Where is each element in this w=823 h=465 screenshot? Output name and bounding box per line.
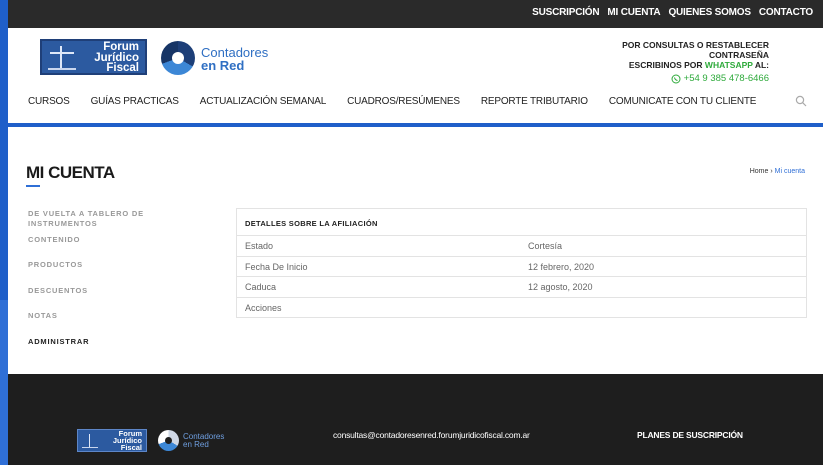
contadores-mark-icon bbox=[161, 41, 195, 75]
top-link-quienes-somos[interactable]: QUIENES SOMOS bbox=[668, 7, 751, 18]
left-accent-strip bbox=[0, 0, 8, 300]
table-row: Caduca 12 agosto, 2020 bbox=[237, 277, 806, 298]
page-title: MI CUENTA bbox=[26, 163, 115, 182]
sidebar-item-contenido[interactable]: CONTENIDO bbox=[28, 235, 208, 261]
top-link-suscripcion[interactable]: SUSCRIPCIÓN bbox=[532, 7, 599, 18]
scales-emblem-icon bbox=[48, 46, 76, 70]
footer-forum-logo[interactable]: Forum Jurídico Fiscal bbox=[77, 429, 147, 452]
row-label: Fecha De Inicio bbox=[245, 261, 308, 272]
row-value: 12 agosto, 2020 bbox=[528, 282, 593, 292]
footer-contadores-mark-icon bbox=[158, 430, 179, 451]
sidebar-item-productos[interactable]: PRODUCTOS bbox=[28, 260, 208, 286]
contact-line-2: ESCRIBINOS POR WHATSAPP AL: bbox=[569, 60, 769, 70]
account-sidebar: DE VUELTA A TABLERO DE INSTRUMENTOS CONT… bbox=[28, 209, 208, 362]
whatsapp-phone-link[interactable]: +54 9 385 478-6466 bbox=[569, 73, 769, 84]
row-label: Estado bbox=[245, 241, 274, 251]
panel-heading: DETALLES SOBRE LA AFILIACIÓN bbox=[237, 209, 806, 236]
footer-logo-text: Forum Jurídico Fiscal bbox=[113, 430, 142, 452]
contact-line-1: POR CONSULTAS O RESTABLECER CONTRASEÑA bbox=[622, 40, 769, 60]
main-navigation: CURSOS GUÍAS PRACTICAS ACTUALIZACIÓN SEM… bbox=[28, 96, 756, 107]
forum-juridico-fiscal-logo[interactable]: Forum Jurídico Fiscal bbox=[40, 39, 147, 75]
sidebar-item-administrar[interactable]: ADMINISTRAR bbox=[28, 337, 208, 363]
contadores-en-red-logo[interactable]: Contadores en Red bbox=[161, 38, 281, 78]
footer-logo-line-3: Fiscal bbox=[120, 442, 142, 452]
nav-item-guias[interactable]: GUÍAS PRACTICAS bbox=[91, 96, 179, 107]
table-row: Estado Cortesía bbox=[237, 236, 806, 257]
footer-cr-line2: en Red bbox=[183, 440, 209, 449]
footer-plans-link[interactable]: PLANES DE SUSCRIPCIÓN bbox=[637, 430, 743, 440]
breadcrumb-current: Mi cuenta bbox=[774, 168, 805, 175]
top-link-contacto[interactable]: CONTACTO bbox=[759, 7, 813, 18]
row-label: Caduca bbox=[245, 282, 277, 292]
site-footer: Forum Jurídico Fiscal Contadores en Red … bbox=[8, 374, 823, 465]
nav-item-comunicate[interactable]: COMUNICATE CON TU CLIENTE bbox=[609, 96, 757, 107]
whatsapp-label: WHATSAPP bbox=[704, 60, 753, 70]
top-utility-bar: SUSCRIPCIÓN MI CUENTA QUIENES SOMOS CONT… bbox=[8, 0, 823, 28]
logo-line-3: Fiscal bbox=[106, 62, 139, 74]
logo-line-1: Forum bbox=[103, 41, 139, 53]
breadcrumb-home[interactable]: Home bbox=[750, 168, 769, 175]
title-underline bbox=[26, 185, 40, 187]
search-icon[interactable] bbox=[795, 95, 807, 107]
top-links: SUSCRIPCIÓN MI CUENTA QUIENES SOMOS CONT… bbox=[532, 7, 813, 18]
contact-pre: ESCRIBINOS POR bbox=[628, 60, 703, 70]
breadcrumb: Home › Mi cuenta bbox=[750, 168, 805, 175]
nav-item-cuadros[interactable]: CUADROS/RESÚMENES bbox=[347, 96, 460, 107]
sidebar-item-notas[interactable]: NOTAS bbox=[28, 311, 208, 337]
footer-email-link[interactable]: consultas@contadoresenred.forumjuridicof… bbox=[333, 430, 530, 440]
nav-item-reporte[interactable]: REPORTE TRIBUTARIO bbox=[481, 96, 588, 107]
whatsapp-icon bbox=[671, 74, 681, 83]
sidebar-item-tablero[interactable]: DE VUELTA A TABLERO DE INSTRUMENTOS bbox=[28, 209, 208, 235]
table-row: Acciones bbox=[237, 298, 806, 319]
logo-text: Forum Jurídico Fiscal bbox=[94, 42, 139, 74]
phone-number: +54 9 385 478-6466 bbox=[683, 73, 769, 84]
footer-scales-icon bbox=[82, 434, 98, 448]
footer-contadores-logo[interactable]: Contadores en Red bbox=[158, 429, 238, 453]
account-content: MI CUENTA Home › Mi cuenta DE VUELTA A T… bbox=[8, 127, 823, 374]
row-value: 12 febrero, 2020 bbox=[528, 261, 595, 272]
top-link-mi-cuenta[interactable]: MI CUENTA bbox=[607, 7, 660, 18]
sidebar-item-descuentos[interactable]: DESCUENTOS bbox=[28, 286, 208, 312]
logo-cr-line2: en Red bbox=[201, 58, 245, 73]
nav-item-actualizacion[interactable]: ACTUALIZACIÓN SEMANAL bbox=[200, 96, 327, 107]
membership-details-panel: DETALLES SOBRE LA AFILIACIÓN Estado Cort… bbox=[236, 208, 807, 318]
table-row: Fecha De Inicio 12 febrero, 2020 bbox=[237, 257, 806, 277]
nav-item-cursos[interactable]: CURSOS bbox=[28, 96, 70, 107]
row-value: Cortesía bbox=[528, 241, 563, 251]
site-header: Forum Jurídico Fiscal Contadores en Red … bbox=[8, 28, 823, 123]
contact-post: AL: bbox=[754, 60, 769, 70]
contact-info: POR CONSULTAS O RESTABLECER CONTRASEÑA E… bbox=[569, 40, 769, 84]
row-label: Acciones bbox=[245, 302, 282, 313]
browser-frame: SUSCRIPCIÓN MI CUENTA QUIENES SOMOS CONT… bbox=[0, 0, 823, 465]
